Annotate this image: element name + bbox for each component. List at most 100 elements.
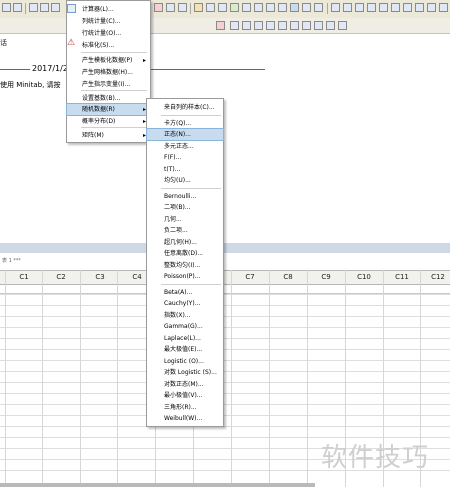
menu-item-random-9[interactable]: 几何...	[147, 214, 223, 225]
window-icon[interactable]	[314, 3, 323, 12]
line-tool-icon[interactable]	[290, 21, 299, 30]
chart-icon[interactable]	[302, 3, 311, 12]
menu-item-make-mesh-data[interactable]: 产生网格数据(H)...	[67, 67, 150, 78]
column-header-c9[interactable]: C9	[308, 271, 344, 283]
worksheet-icon[interactable]	[206, 3, 215, 12]
menu-item-random-23[interactable]: 对数正态(M)...	[147, 379, 223, 390]
menu-item-random-25[interactable]: 三角形(R)...	[147, 402, 223, 413]
menu-item-standardize[interactable]: 标准化(S)...	[67, 40, 150, 51]
close-icon[interactable]	[216, 21, 225, 30]
menu-item-random-7[interactable]: Bernoulli...	[147, 191, 223, 202]
menu-item-random-24[interactable]: 最小极值(V)...	[147, 390, 223, 401]
text-tool-icon[interactable]	[254, 21, 263, 30]
menu-item-random-14[interactable]: Poisson(P)...	[147, 271, 223, 282]
menu-item-random-12[interactable]: 任意离散(D)...	[147, 248, 223, 259]
menu-divider	[81, 127, 147, 128]
column-header-c2[interactable]: C2	[43, 271, 79, 283]
grid-column-line	[80, 270, 81, 487]
sort-icon[interactable]	[355, 3, 364, 12]
watermark: 软件技巧	[321, 443, 430, 473]
data-icon[interactable]	[278, 3, 287, 12]
stop-icon[interactable]	[154, 3, 163, 12]
menu-item-random-4[interactable]: F(F)...	[147, 152, 223, 163]
menu-item-make-patterned-data[interactable]: 产生模板化数据(P) ▸	[67, 55, 150, 66]
worksheet-title: 表 1 ***	[2, 258, 21, 264]
rectangle-tool-icon[interactable]	[266, 21, 275, 30]
graph-icon[interactable]	[218, 3, 227, 12]
menu-item-random-26[interactable]: Weibull(W)...	[147, 413, 223, 424]
menu-divider	[81, 90, 147, 91]
menu-item-random-10[interactable]: 负二项...	[147, 225, 223, 236]
menu-item-make-indicator-variables[interactable]: 产生指示变量(I)...	[67, 79, 150, 90]
stack-icon[interactable]	[379, 3, 388, 12]
distribute-icon[interactable]	[338, 21, 347, 30]
help-icon[interactable]	[166, 3, 175, 12]
menu-item-row-statistics[interactable]: 行统计量(O)...	[67, 28, 150, 39]
menu-item-random-19[interactable]: Laplace(L)...	[147, 333, 223, 344]
brush-icon[interactable]	[242, 21, 251, 30]
column-header-c11[interactable]: C11	[384, 271, 420, 283]
menu-item-probability-distributions[interactable]: 概率分布(D) ▸	[67, 116, 150, 127]
menu-divider	[161, 114, 221, 116]
scatter-icon[interactable]	[427, 3, 436, 12]
save-icon[interactable]	[2, 3, 11, 12]
project-icon[interactable]	[230, 3, 239, 12]
column-header-c8[interactable]: C8	[270, 271, 306, 283]
menu-item-random-20[interactable]: 最大极值(E)...	[147, 344, 223, 355]
menu-item-random-15[interactable]: Beta(A)...	[147, 287, 223, 298]
column-header-c3[interactable]: C3	[82, 271, 118, 283]
menu-item-random-18[interactable]: Gamma(G)...	[147, 321, 223, 332]
edit-icon[interactable]	[266, 3, 275, 12]
split-icon[interactable]	[391, 3, 400, 12]
menu-item-random-0[interactable]: 来自列的样本(C)...	[147, 102, 223, 113]
bottom-scrollbar[interactable]	[0, 483, 315, 487]
menu-item-random-11[interactable]: 超几何(H)...	[147, 237, 223, 248]
menu-item-calculator[interactable]: 计算器(L)...	[67, 4, 150, 15]
worksheet-titlebar	[0, 243, 450, 253]
menu-item-column-statistics[interactable]: 列统计量(C)...	[67, 16, 150, 27]
ellipse-tool-icon[interactable]	[278, 21, 287, 30]
cut-icon[interactable]	[29, 3, 38, 12]
merge-icon[interactable]	[403, 3, 412, 12]
column-header-c1[interactable]: C1	[6, 271, 42, 283]
paste-icon[interactable]	[51, 3, 60, 12]
filter-icon[interactable]	[343, 3, 352, 12]
menu-item-random-8[interactable]: 二项(B)...	[147, 202, 223, 213]
menu-item-random-2[interactable]: 正态(N)...	[146, 128, 224, 141]
menu-item-random-data[interactable]: 随机数据(R) ▸	[66, 103, 151, 116]
menu-item-random-21[interactable]: Logistic (O)...	[147, 356, 223, 367]
menu-item-random-5[interactable]: t(T)...	[147, 164, 223, 175]
menu-item-random-1[interactable]: 卡方(Q)...	[147, 118, 223, 129]
more-icon[interactable]	[439, 3, 448, 12]
table-icon[interactable]	[290, 3, 299, 12]
print-icon[interactable]	[13, 3, 22, 12]
menu-item-random-16[interactable]: Cauchy(Y)...	[147, 298, 223, 309]
info-icon[interactable]	[178, 3, 187, 12]
fx-icon[interactable]	[331, 3, 340, 12]
chevron-down-icon[interactable]	[314, 21, 323, 30]
column-header-c7[interactable]: C7	[232, 271, 268, 283]
session-message: 使用 Minitab, 请按	[0, 81, 61, 89]
copy-icon[interactable]	[40, 3, 49, 12]
menu-item-matrices[interactable]: 矩阵(M) ▸	[67, 130, 150, 141]
menu-item-random-22[interactable]: 对数 Logistic (S)...	[147, 367, 223, 378]
menu-item-set-base[interactable]: 设置基数(B)...	[67, 93, 150, 104]
submenu-arrow-icon: ▸	[142, 57, 146, 64]
transpose-icon[interactable]	[367, 3, 376, 12]
polygon-tool-icon[interactable]	[302, 21, 311, 30]
menu-item-random-3[interactable]: 多元正态...	[147, 141, 223, 152]
column-header-c10[interactable]: C10	[346, 271, 382, 283]
menu-item-random-17[interactable]: 指数(X)...	[147, 310, 223, 321]
menu-divider	[161, 187, 221, 189]
menu-item-random-6[interactable]: 均匀(U)...	[147, 175, 223, 186]
search-icon[interactable]	[230, 21, 239, 30]
report-icon[interactable]	[242, 3, 251, 12]
calc-menu: 计算器(L)... 列统计量(C)... 行统计量(O)... 标准化(S)..…	[66, 0, 151, 143]
layout-icon[interactable]	[254, 3, 263, 12]
line-icon[interactable]	[415, 3, 424, 12]
session-icon[interactable]	[194, 3, 203, 12]
column-header-c12[interactable]: C12	[420, 271, 450, 283]
random-data-submenu: 来自列的样本(C)... 卡方(Q)... 正态(N)... 多元正态... F(F).…	[146, 98, 224, 427]
menu-item-random-13[interactable]: 整数均匀(I)...	[147, 260, 223, 271]
align-icon[interactable]	[326, 21, 335, 30]
